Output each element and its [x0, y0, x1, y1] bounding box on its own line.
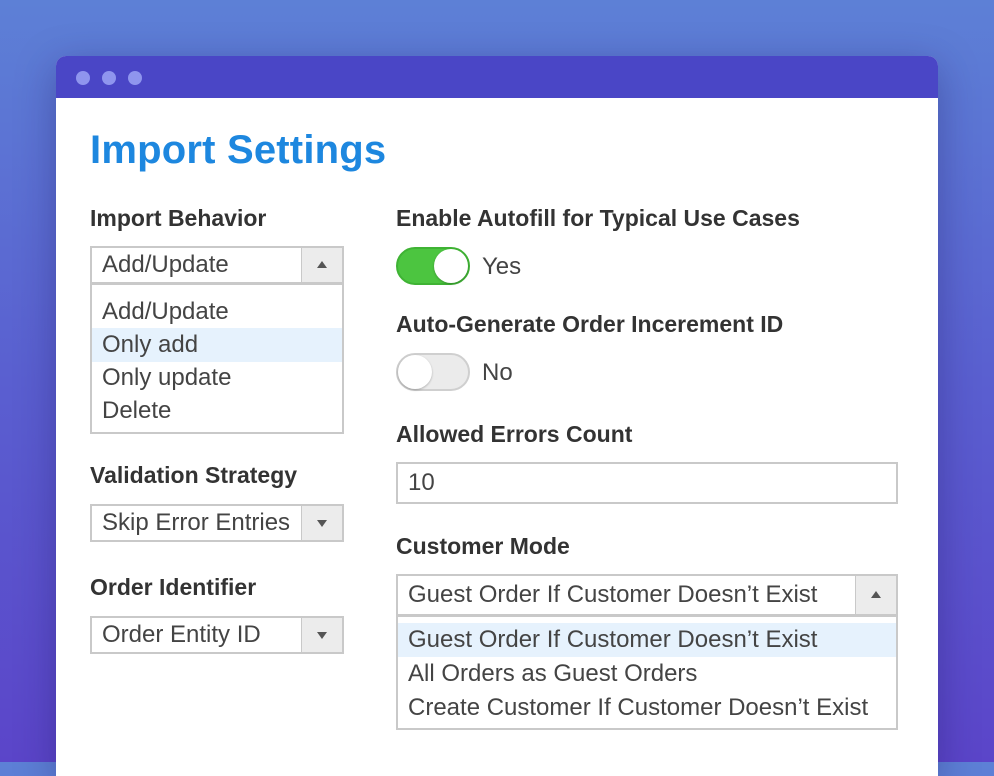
window-titlebar: [56, 56, 938, 98]
order-identifier-label: Order Identifier: [90, 574, 257, 600]
settings-window: Import Settings Import Behavior Add/Upda…: [56, 56, 938, 776]
auto-generate-toggle[interactable]: [396, 353, 470, 391]
triangle-down-icon: [317, 520, 327, 527]
triangle-down-icon: [317, 632, 327, 639]
toggle-knob: [434, 249, 468, 283]
allowed-errors-value: 10: [408, 469, 435, 496]
autofill-toggle[interactable]: [396, 247, 470, 285]
import-behavior-label: Import Behavior: [90, 205, 267, 231]
allowed-errors-label: Allowed Errors Count: [396, 421, 633, 447]
dropdown-option[interactable]: Only update: [92, 361, 342, 395]
dropdown-toggle-button[interactable]: [855, 576, 896, 614]
customer-mode-label: Customer Mode: [396, 533, 570, 559]
page-title: Import Settings: [90, 128, 387, 172]
dropdown-option[interactable]: Add/Update: [92, 295, 342, 329]
toggle-knob: [398, 355, 432, 389]
dropdown-toggle-button[interactable]: [301, 506, 342, 540]
customer-mode-select[interactable]: Guest Order If Customer Doesn’t Exist: [396, 574, 898, 616]
window-dot-icon[interactable]: [76, 71, 90, 85]
dropdown-option[interactable]: Delete: [92, 394, 342, 428]
dropdown-toggle-button[interactable]: [301, 618, 342, 652]
customer-mode-value: Guest Order If Customer Doesn’t Exist: [408, 581, 818, 608]
order-identifier-value: Order Entity ID: [102, 621, 261, 648]
order-identifier-select[interactable]: Order Entity ID: [90, 616, 344, 654]
dropdown-option[interactable]: Create Customer If Customer Doesn’t Exis…: [398, 691, 896, 725]
allowed-errors-input[interactable]: 10: [396, 462, 898, 504]
import-behavior-value: Add/Update: [102, 251, 229, 278]
dropdown-toggle-button[interactable]: [301, 248, 342, 282]
import-behavior-select[interactable]: Add/Update: [90, 246, 344, 284]
dropdown-option[interactable]: All Orders as Guest Orders: [398, 657, 896, 691]
validation-strategy-value: Skip Error Entries: [102, 509, 291, 536]
window-dot-icon[interactable]: [128, 71, 142, 85]
validation-strategy-label: Validation Strategy: [90, 462, 298, 488]
auto-generate-label: Auto-Generate Order Incerement ID: [396, 311, 784, 337]
dropdown-option-highlighted[interactable]: Guest Order If Customer Doesn’t Exist: [398, 623, 896, 657]
customer-mode-dropdown: Guest Order If Customer Doesn’t Exist Al…: [396, 616, 898, 730]
dropdown-option-highlighted[interactable]: Only add: [92, 328, 342, 362]
autofill-label: Enable Autofill for Typical Use Cases: [396, 205, 800, 231]
triangle-up-icon: [871, 591, 881, 598]
import-behavior-dropdown: Add/Update Only add Only update Delete: [90, 284, 344, 434]
validation-strategy-select[interactable]: Skip Error Entries: [90, 504, 344, 542]
window-dot-icon[interactable]: [102, 71, 116, 85]
auto-generate-state-text: No: [482, 359, 513, 386]
triangle-up-icon: [317, 261, 327, 268]
autofill-state-text: Yes: [482, 253, 522, 280]
